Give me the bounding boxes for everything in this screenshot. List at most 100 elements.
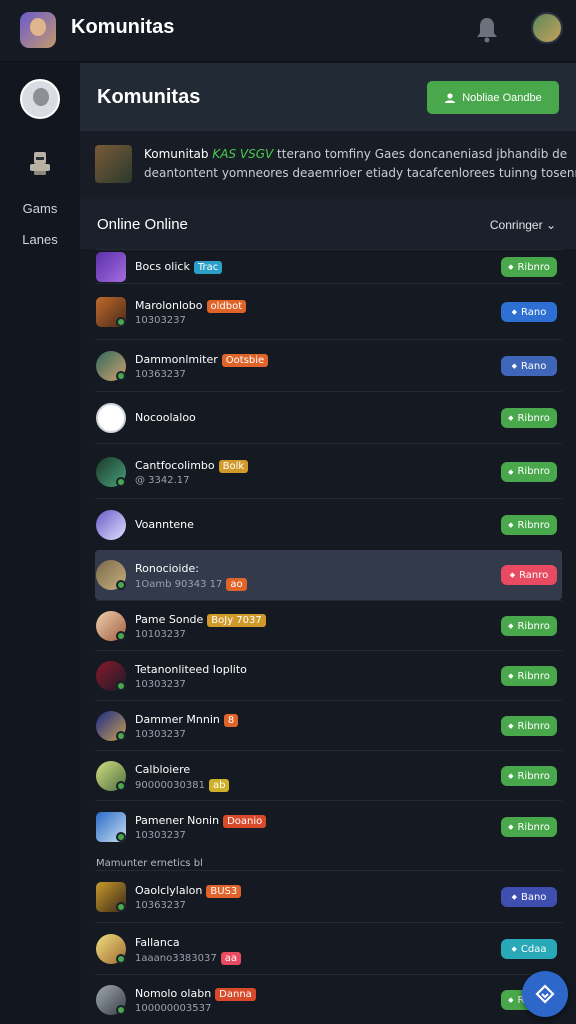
member-action-button[interactable]: ◆ Rano [501,302,557,322]
member-name: Dammer Mnnin 8 [135,713,239,727]
member-subtitle-text: 1aaano3383037 [135,953,217,964]
member-row[interactable]: Dammonlmiter Ootsbie 10363237 ◆ Rano [95,339,562,391]
member-row[interactable]: Calbloiere 90000030381 ab ◆ Ribnro [95,750,562,800]
member-name: Dammonlmiter Ootsbie [135,353,269,367]
member-action-button[interactable]: ◆Ribnro [501,766,557,786]
join-community-button[interactable]: Nobliae Oandbe [427,81,559,114]
diamond-icon [535,984,555,1004]
member-tag: ao [226,578,247,591]
action-label: Cdaa [520,943,547,955]
member-badge: 8 [223,714,239,727]
member-subtitle: 1Oamb 90343 17 ao [135,578,247,591]
member-name-text: Cantfocolimbo [135,458,215,472]
online-status-dot [116,781,126,791]
member-row[interactable]: Bocs olick Trac ◆ Ribnro [95,249,562,283]
online-status-dot [116,476,126,487]
member-row[interactable]: Nomolo olabnDanna100000003537◆Ribnro [95,974,562,1024]
member-row[interactable]: Pame Sonde BoJy 7037 10103237 ◆ Ribnro [95,600,562,650]
app-avatar[interactable] [20,12,56,48]
member-action-button[interactable]: ◆Ribnro [501,616,557,636]
member-name: Voanntene [135,518,194,531]
member-badge: Bolk [218,459,249,473]
user-avatar[interactable] [531,12,563,44]
sort-label: Conringer [489,218,543,232]
member-name: Cantfocolimbo Bolk [135,458,249,473]
sidebar-item-lanes[interactable]: Lanes [0,232,80,247]
member-subtitle: 1aaano3383037 aa [135,952,242,965]
page-header: Komunitas Nobliae Oandbe [80,63,576,131]
member-name-text: Pamener Nonin [135,814,220,827]
action-icon: ◆ [511,308,518,316]
action-label: Ribnro [517,412,550,424]
action-icon: ◆ [508,414,514,422]
member-subtitle: 10103237 [135,629,186,640]
member-action-button[interactable]: ◆Ribnro [501,515,557,535]
member-name: Ronocioide: [135,562,199,575]
action-icon: ◆ [508,722,514,730]
online-status-dot [116,631,126,641]
online-status-dot [116,681,126,691]
action-icon: ◆ [508,521,514,529]
member-name-text: Calbloiere [135,763,191,776]
profile-avatar[interactable] [20,79,60,119]
member-subtitle-text: 10303237 [135,315,186,326]
action-icon: ◆ [511,893,517,901]
member-name-text: Tetanonliteed Ioplito [135,663,247,676]
member-action-button[interactable]: ◆ Ranro [501,565,557,585]
member-name: Fallanca [135,936,180,949]
action-icon: ◆ [511,945,517,953]
member-row[interactable]: Tetanonliteed Ioplito 10303237 ◆ Ribnro [95,650,562,700]
member-action-button[interactable]: ◆ Rano [501,356,557,376]
member-action-button[interactable]: ◆ Cdaa [501,939,557,959]
member-row[interactable]: Cantfocolimbo Bolk @ 3342.17 ◆ Ribnro [95,443,562,498]
member-subtitle-text: 90000030381 [135,780,205,791]
member-subtitle-text: 10363237 [135,369,186,380]
member-name: Nomolo olabn Danna [135,987,256,1001]
member-row[interactable]: Pamener Nonin Doanio 10303237 ◆ Ribnro [95,800,562,852]
member-subtitle: 10303237 [135,830,186,841]
member-subtitle: 10303237 [135,679,186,690]
online-status-dot [116,1005,126,1015]
member-action-button[interactable]: ◆Ribnro [501,716,557,736]
member-row[interactable]: Nocoolaloo ◆ Ribnro [95,391,562,443]
chevron-down-icon: ⌄ [545,218,556,232]
member-name-text: Marolonlobo [135,299,203,312]
description-line-1: Komunitab KAS VSGV tterano tomfiny Gaes … [144,147,567,161]
action-label: Ribnro [517,821,550,833]
section-label: Mamunter ernetics bl [96,858,203,869]
member-subtitle: 100000003537 [135,1003,211,1014]
home-icon[interactable] [26,149,54,179]
description-text-1: tterano tomfiny Gaes doncaneniasd jbhand… [277,147,568,161]
online-status-dot [116,731,126,741]
member-action-button[interactable]: ◆Ribnro [501,461,557,482]
member-row[interactable]: Fallanca 1aaano3383037 aa ◆ Cdaa [95,922,562,974]
action-icon: ◆ [508,263,514,271]
list-title: Online Online [97,216,188,233]
action-label: Ribnro [517,519,550,531]
member-action-button[interactable]: ◆Ribnro [501,817,557,837]
member-row[interactable]: Marolonlobo oldbot 10303237 ◆ Rano [95,283,562,339]
community-description: Komunitab KAS VSGV tterano tomfiny Gaes … [80,131,576,199]
sort-dropdown[interactable]: Conringer ⌄ [490,218,556,232]
member-action-button[interactable]: ◆ Bano [501,887,557,907]
member-badge: Ootsbie [221,354,269,367]
member-row[interactable]: Voanntene ◆ Ribnro [95,498,562,550]
member-subtitle-text: 10303237 [135,679,186,690]
member-action-button[interactable]: ◆Ribnro [501,257,557,277]
member-subtitle: 10303237 [135,315,186,326]
member-action-button[interactable]: ◆Ribnro [501,666,557,686]
member-row[interactable]: Ronocioide: 1Oamb 90343 17 ao ◆ Ranro [95,550,562,600]
member-row[interactable]: Dammer Mnnin 8 10303237 ◆ Ribnro [95,700,562,750]
fab-button[interactable] [522,971,568,1017]
member-name-text: Oaolclylalon [135,884,203,897]
member-action-button[interactable]: ◆Ribnro [501,408,557,428]
sidebar-item-games[interactable]: Gams [0,201,80,216]
notification-bell-icon[interactable] [474,15,500,43]
action-label: Rano [521,306,547,318]
member-name: Pame Sonde BoJy 7037 [135,613,266,627]
member-subtitle-text: 10363237 [135,900,186,911]
member-row[interactable]: Oaolclylalon BUS3 10363237 ◆ Bano [95,870,562,922]
member-name: Bocs olick Trac [135,260,223,274]
online-status-dot [116,832,126,842]
member-name-text: Voanntene [135,518,194,531]
